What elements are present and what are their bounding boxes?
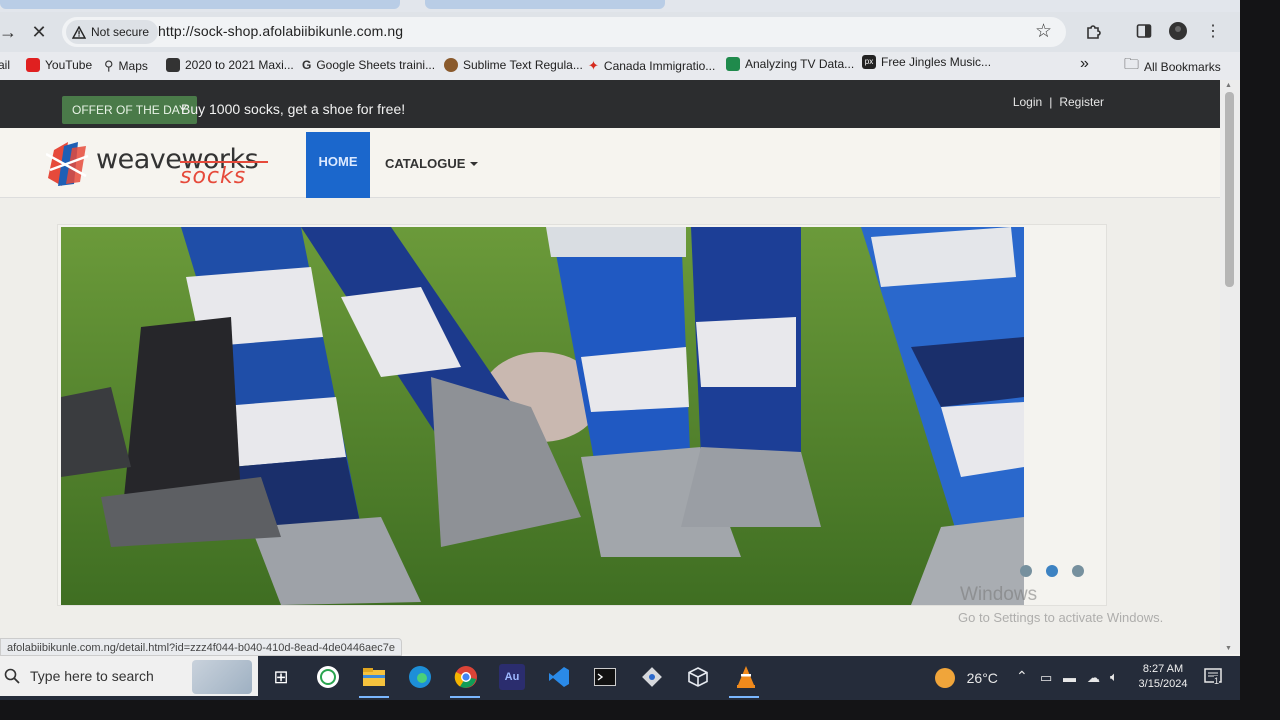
bookmarks-overflow-icon[interactable]: »	[1080, 55, 1089, 73]
windows-taskbar: Type here to search ⊞ Au 26°C ⌃ ▭ ▬ ☁ 🔈︎…	[0, 656, 1240, 700]
onedrive-icon[interactable]: ☁	[1087, 670, 1100, 686]
browser-tab-active[interactable]	[425, 0, 665, 9]
logo-strike	[180, 161, 268, 163]
search-highlight-art	[192, 660, 252, 694]
sun-weather-icon	[935, 668, 955, 688]
page-icon	[166, 58, 180, 72]
screen: → ✕ Not secure http://sock-shop.afolabii…	[0, 0, 1240, 700]
system-clock[interactable]: 8:27 AM 3/15/2024	[1132, 662, 1194, 692]
notification-center-icon[interactable]: 1	[1203, 666, 1223, 689]
folder-icon: 🗀	[1124, 56, 1140, 73]
carousel-indicators	[1020, 565, 1084, 577]
security-label: Not secure	[91, 25, 150, 39]
activation-watermark-title: Windows	[960, 584, 1038, 605]
bookmark-item[interactable]: px Free Jingles Music...	[862, 55, 991, 69]
bookmark-item[interactable]: Analyzing TV Data...	[726, 57, 854, 71]
caret-down-icon	[470, 161, 479, 166]
youtube-icon	[26, 58, 40, 72]
data-icon	[726, 57, 740, 71]
monitor-bezel	[1240, 0, 1280, 720]
offer-bar: OFFER OF THE DAY Buy 1000 socks, get a s…	[0, 80, 1220, 128]
bookmark-star-icon[interactable]: ☆	[1035, 20, 1052, 43]
sublime-icon	[444, 58, 458, 72]
site-navbar: weaveworks socks HOME CATALOGUE	[0, 128, 1220, 198]
bookmark-item-maps[interactable]: ⚲ Maps	[104, 58, 148, 74]
warning-triangle-icon	[72, 25, 86, 39]
stop-loading-icon[interactable]: ✕	[27, 20, 51, 44]
volume-icon[interactable]: 🔈︎	[1110, 669, 1118, 685]
activation-watermark-text: Go to Settings to activate Windows.	[958, 610, 1164, 625]
nav-home[interactable]: HOME	[306, 132, 370, 198]
battery-icon[interactable]: ▬	[1063, 670, 1076, 685]
browser-tab[interactable]	[0, 0, 400, 9]
page-scrollbar[interactable]: ▲ ▼	[1220, 80, 1240, 654]
scroll-thumb[interactable]	[1225, 92, 1234, 287]
edge-browser-icon[interactable]	[407, 664, 433, 690]
weather-widget[interactable]: 26°C	[935, 668, 998, 688]
notification-count: 1	[1214, 676, 1220, 686]
search-icon	[4, 668, 20, 684]
google-g-icon: G	[302, 58, 312, 72]
virtualbox-cube-icon[interactable]	[685, 664, 711, 690]
taskbar-active-indicator	[729, 696, 759, 698]
carousel-dot[interactable]	[1072, 565, 1084, 577]
clock-date: 3/15/2024	[1138, 678, 1188, 690]
omnibox[interactable]: Not secure http://sock-shop.afolabiibiku…	[62, 17, 1066, 47]
whatsapp-icon[interactable]	[315, 664, 341, 690]
extensions-puzzle-icon[interactable]	[1082, 20, 1104, 42]
bookmark-item[interactable]: Sublime Text Regula...	[444, 58, 583, 72]
address-bar-row: → ✕ Not secure http://sock-shop.afolabii…	[0, 12, 1240, 52]
bookmark-item[interactable]: ail	[0, 58, 10, 72]
bookmark-item-youtube[interactable]: YouTube	[26, 58, 92, 72]
vscode-icon[interactable]	[546, 664, 572, 690]
register-link[interactable]: Register	[1059, 95, 1104, 109]
auth-links: Login | Register	[1013, 95, 1104, 109]
file-explorer-icon[interactable]	[361, 664, 387, 690]
hero-carousel[interactable]	[57, 224, 1107, 606]
bookmark-item[interactable]: 2020 to 2021 Maxi...	[166, 58, 294, 72]
vlc-cone-icon[interactable]	[733, 664, 759, 690]
forward-arrow-icon[interactable]: →	[0, 20, 20, 44]
monitor-bezel	[0, 700, 1280, 720]
link-status-bar: afolabiibikunle.com.ng/detail.html?id=zz…	[0, 638, 403, 656]
side-panel-icon[interactable]	[1133, 20, 1155, 42]
taskbar-search[interactable]: Type here to search	[0, 656, 258, 696]
menu-kebab-icon[interactable]: ⋮	[1202, 20, 1224, 42]
hero-image[interactable]	[61, 227, 1024, 605]
network-icon[interactable]: ▭	[1040, 670, 1052, 686]
search-placeholder: Type here to search	[30, 668, 154, 684]
rugby-socks-photo	[61, 227, 1024, 605]
taskbar-active-indicator	[450, 696, 480, 698]
main-content: Windows Go to Settings to activate Windo…	[0, 198, 1220, 654]
url-text[interactable]: http://sock-shop.afolabiibikunle.com.ng	[158, 23, 403, 39]
all-bookmarks-button[interactable]: 🗀 All Bookmarks	[1124, 54, 1221, 79]
clock-time: 8:27 AM	[1142, 663, 1184, 675]
maple-leaf-icon: ✦	[588, 58, 599, 73]
offer-badge: OFFER OF THE DAY	[62, 96, 197, 124]
task-view-icon[interactable]: ⊞	[268, 664, 294, 690]
maps-pin-icon: ⚲	[104, 58, 114, 73]
git-tool-icon[interactable]	[639, 664, 665, 690]
scroll-up-arrow-icon[interactable]: ▲	[1225, 82, 1232, 89]
terminal-icon[interactable]	[592, 664, 618, 690]
bookmark-item[interactable]: G Google Sheets traini...	[302, 58, 435, 72]
security-chip[interactable]: Not secure	[66, 20, 159, 44]
scroll-down-arrow-icon[interactable]: ▼	[1225, 645, 1232, 652]
auth-separator: |	[1049, 95, 1053, 109]
offer-text: Buy 1000 socks, get a shoe for free!	[181, 101, 406, 117]
weaveworks-socks-logo[interactable]: weaveworks socks	[45, 140, 276, 189]
bookmarks-bar: ail YouTube ⚲ Maps 2020 to 2021 Maxi... …	[0, 52, 1240, 80]
nav-catalogue[interactable]: CATALOGUE	[385, 156, 479, 171]
show-hidden-icons-chevron-icon[interactable]: ⌃	[1016, 668, 1028, 685]
taskbar-active-indicator	[359, 696, 389, 698]
tab-strip	[0, 0, 1240, 12]
chrome-browser-icon[interactable]	[453, 664, 479, 690]
carousel-dot[interactable]	[1020, 565, 1032, 577]
px-icon: px	[862, 55, 876, 69]
bookmark-item[interactable]: ✦ Canada Immigratio...	[588, 58, 715, 74]
login-link[interactable]: Login	[1013, 95, 1042, 109]
audition-icon[interactable]: Au	[499, 664, 525, 690]
profile-avatar-icon[interactable]	[1167, 20, 1189, 42]
carousel-dot-active[interactable]	[1046, 565, 1058, 577]
